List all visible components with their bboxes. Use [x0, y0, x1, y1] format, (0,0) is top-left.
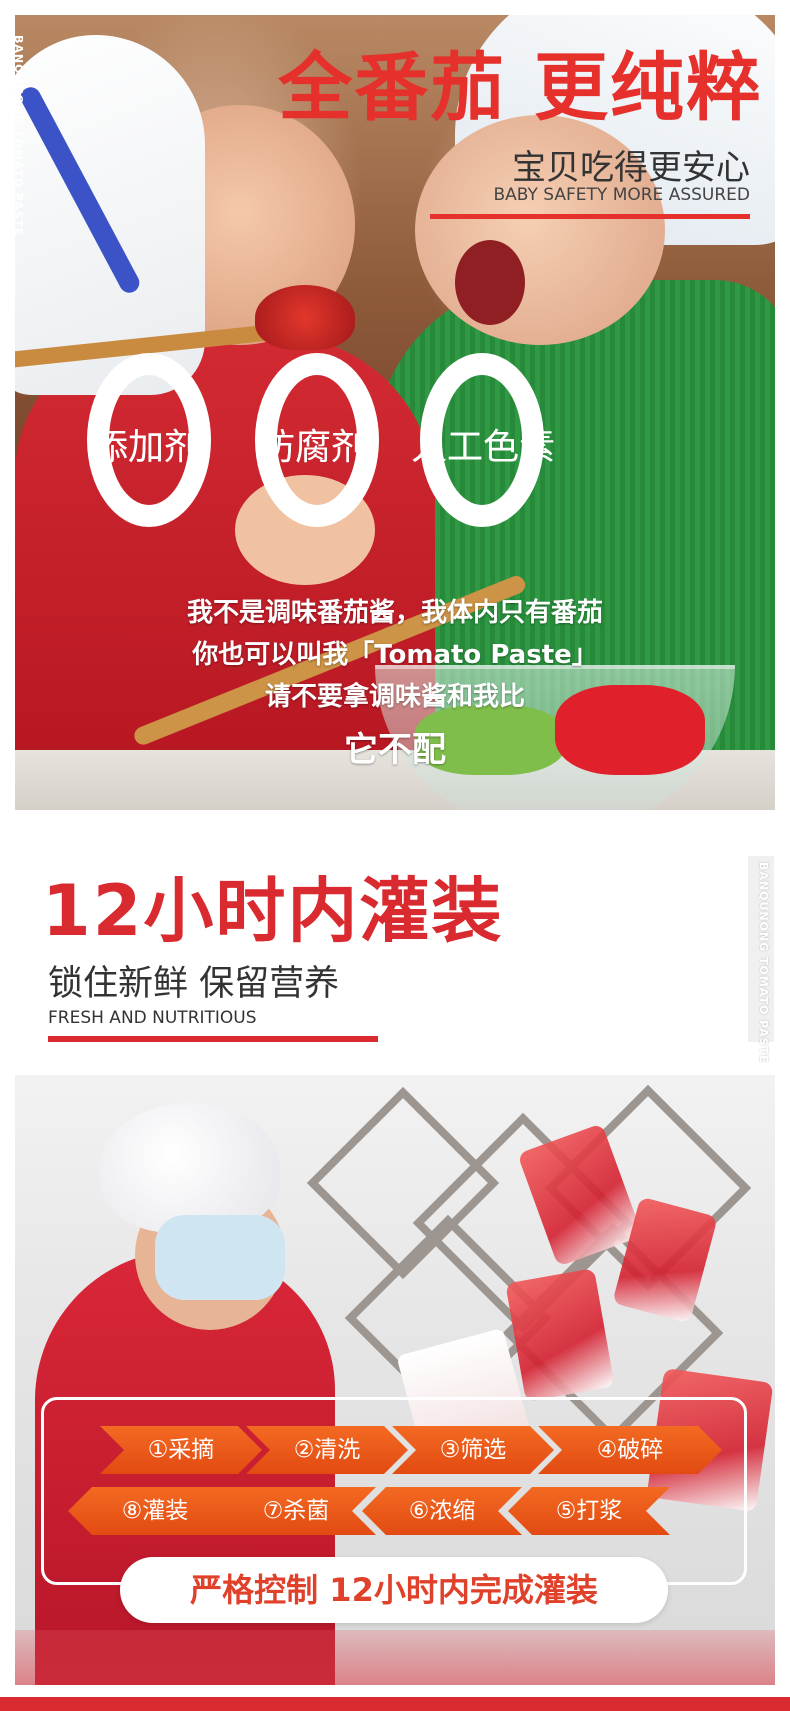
step-7-sterilizing: ⑦杀菌 [216, 1487, 376, 1535]
worker-hairnet [100, 1103, 280, 1233]
zero-label-additive: 添加剂 [91, 427, 200, 468]
side-brand-text-2: BANQUNONG TOMATO PASTE [757, 862, 770, 1064]
section-subtitle-en: FRESH AND NUTRITIOUS [48, 1008, 257, 1028]
side-brand-text: BANQUNONG TOMATO PASTE [12, 35, 25, 237]
step-8-filling: ⑧灌装 [68, 1487, 242, 1535]
step-3-screening: ③筛选 [392, 1426, 554, 1474]
hero-subtitle: 宝贝吃得更安心 [512, 148, 750, 188]
step-4-crushing: ④破碎 [538, 1426, 722, 1474]
slogan-line-2: 你也可以叫我「Tomato Paste」 [192, 640, 598, 670]
bottom-red-bar [0, 1697, 790, 1711]
zero-label-preservative: 防腐剂 [258, 427, 367, 468]
step-2-washing: ②清洗 [246, 1426, 408, 1474]
foreground-blur [15, 1630, 775, 1685]
worker-mask [155, 1215, 285, 1300]
hero-subtitle-en: BABY SAFETY MORE ASSURED [493, 185, 750, 205]
process-banner: 严格控制 12小时内完成灌装 [120, 1557, 668, 1623]
section-subtitle: 锁住新鲜 保留营养 [48, 964, 340, 1004]
hero-underline [430, 214, 750, 219]
slogan-line-3: 请不要拿调味酱和我比 [264, 682, 525, 712]
tomato-paste-scoop [255, 285, 355, 350]
boy-mouth [455, 240, 525, 325]
step-5-pulping: ⑤打浆 [508, 1487, 670, 1535]
step-1-picking: ①采摘 [100, 1426, 262, 1474]
slogan-line-1: 我不是调味番茄酱，我体内只有番茄 [186, 598, 603, 628]
zero-label-coloring: 人工色素 [410, 427, 555, 468]
hero-title: 全番茄 更纯粹 [278, 45, 762, 131]
section-underline [48, 1036, 378, 1042]
section-title: 12小时内灌装 [42, 870, 504, 952]
slogan-line-4: 它不配 [344, 730, 446, 770]
step-6-concentrating: ⑥浓缩 [362, 1487, 522, 1535]
